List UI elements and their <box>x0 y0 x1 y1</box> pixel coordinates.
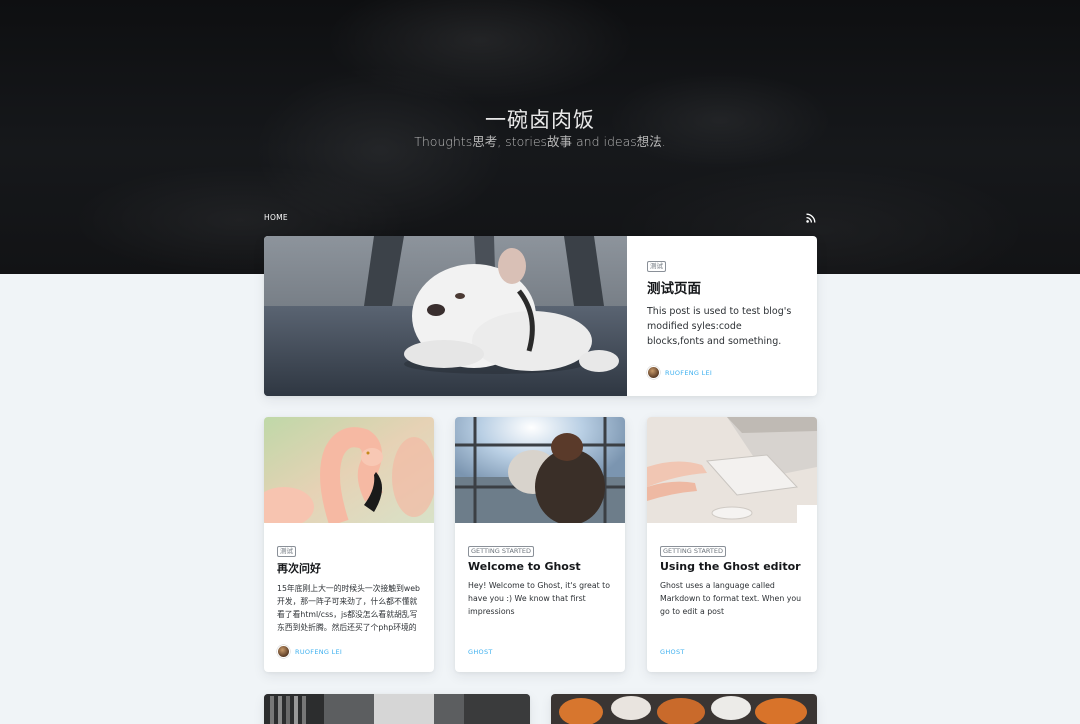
site-title[interactable]: 一碗卤肉饭 <box>0 104 1080 134</box>
post-card[interactable]: 测试 再次问好 15年底刚上大一的时候头一次接触到web开发，那一阵子可来劲了，… <box>264 417 434 672</box>
nav-home-link[interactable]: HOME <box>264 213 288 222</box>
post-card[interactable] <box>264 694 530 724</box>
author-row: RUOFENG LEI <box>647 366 712 379</box>
post-excerpt[interactable]: This post is used to test blog's modifie… <box>647 304 797 349</box>
post-title[interactable]: Using the Ghost editor <box>660 560 804 573</box>
post-excerpt[interactable]: 15年底刚上大一的时候头一次接触到web开发，那一阵子可来劲了，什么都不懂就看了… <box>277 582 421 634</box>
post-image[interactable] <box>455 417 625 523</box>
post-tag[interactable]: 测试 <box>277 546 296 558</box>
post-body: GETTING STARTED Using the Ghost editor G… <box>647 523 817 618</box>
author-name[interactable]: RUOFENG LEI <box>665 369 712 377</box>
post-image[interactable] <box>264 417 434 523</box>
post-excerpt[interactable]: Hey! Welcome to Ghost, it's great to hav… <box>468 579 612 618</box>
avatar[interactable] <box>277 645 290 658</box>
site-description: Thoughts思考, stories故事 and ideas想法. <box>414 134 666 149</box>
post-tag[interactable]: GETTING STARTED <box>660 546 727 558</box>
featured-post-image[interactable] <box>264 236 627 396</box>
author-row: RUOFENG LEI <box>277 645 342 658</box>
post-title[interactable]: Welcome to Ghost <box>468 560 612 573</box>
post-body: 测试 再次问好 15年底刚上大一的时候头一次接触到web开发，那一阵子可来劲了，… <box>264 523 434 634</box>
featured-post-body: 测试 测试页面 This post is used to test blog's… <box>627 236 817 396</box>
post-image[interactable] <box>551 694 817 724</box>
post-card[interactable]: GETTING STARTED Welcome to Ghost Hey! We… <box>455 417 625 672</box>
post-title[interactable]: 测试页面 <box>647 277 797 297</box>
post-body: GETTING STARTED Welcome to Ghost Hey! We… <box>455 523 625 618</box>
site-header: 一碗卤肉饭 Thoughts思考, stories故事 and ideas想法.… <box>0 0 1080 274</box>
post-title[interactable]: 再次问好 <box>277 560 421 576</box>
rss-icon[interactable] <box>806 213 816 223</box>
avatar[interactable] <box>647 366 660 379</box>
author-name[interactable]: GHOST <box>660 648 685 656</box>
post-image[interactable] <box>264 694 530 724</box>
post-tag[interactable]: GETTING STARTED <box>468 546 535 558</box>
author-name[interactable]: GHOST <box>468 648 493 656</box>
post-card[interactable] <box>551 694 817 724</box>
post-card[interactable]: GETTING STARTED Using the Ghost editor G… <box>647 417 817 672</box>
post-image[interactable] <box>647 417 817 523</box>
post-excerpt[interactable]: Ghost uses a language called Markdown to… <box>660 579 804 618</box>
post-tag[interactable]: 测试 <box>647 261 666 273</box>
featured-post-card[interactable]: 测试 测试页面 This post is used to test blog's… <box>264 236 817 396</box>
author-name[interactable]: RUOFENG LEI <box>295 648 342 656</box>
